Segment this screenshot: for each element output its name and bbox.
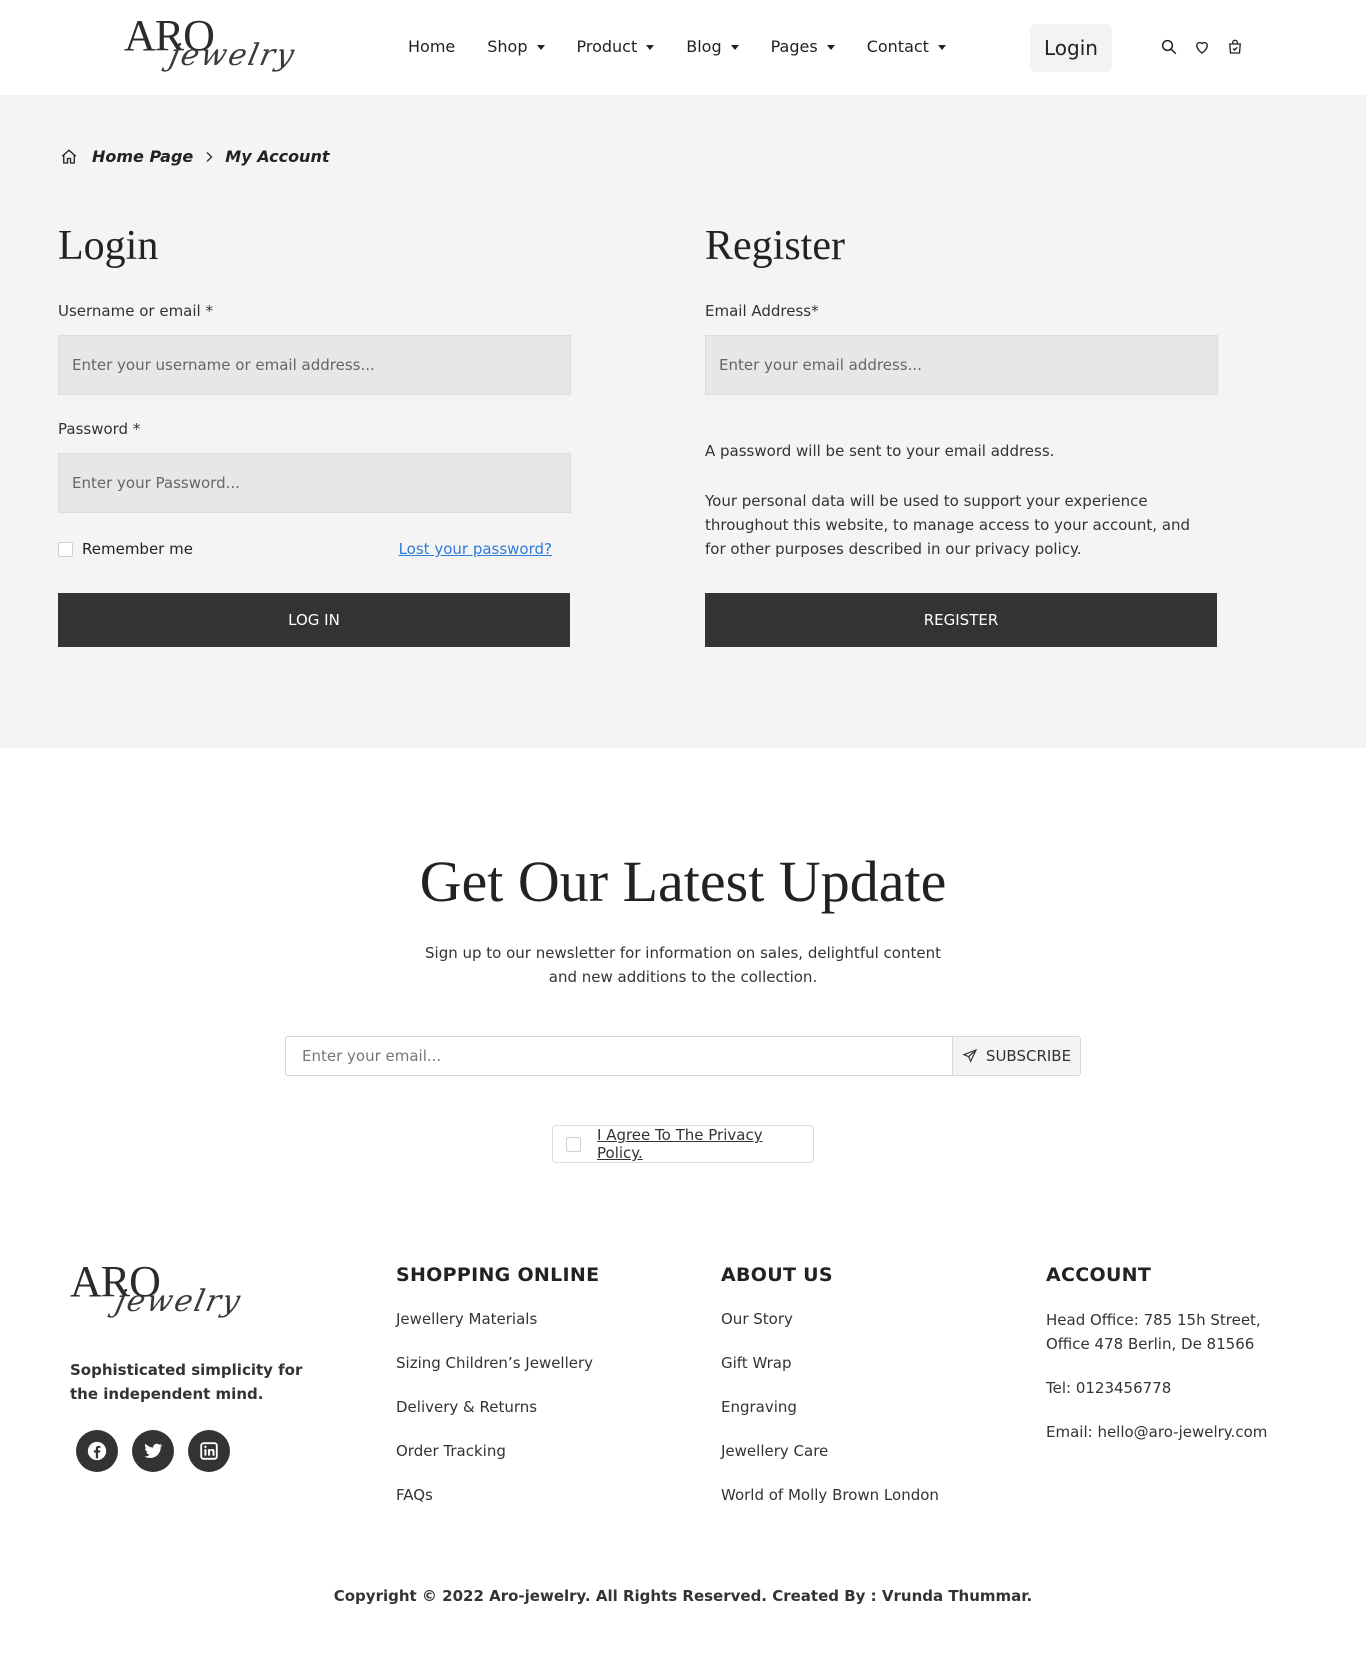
logo-script: jewelry bbox=[166, 38, 300, 73]
site-header: ARO jewelry Home Shop Product Blog Pages… bbox=[0, 0, 1366, 95]
newsletter-title: Get Our Latest Update bbox=[419, 849, 947, 914]
footer-column-title: ACCOUNT bbox=[1046, 1264, 1152, 1286]
twitter-glyph bbox=[144, 1443, 163, 1459]
privacy-note: Your personal data will be used to suppo… bbox=[705, 492, 1191, 558]
login-title: Login bbox=[58, 223, 159, 269]
nav-home[interactable]: Home bbox=[408, 37, 455, 56]
breadcrumb-home-link[interactable]: Home Page bbox=[92, 147, 193, 166]
facebook-glyph bbox=[87, 1441, 107, 1461]
facebook-icon[interactable] bbox=[76, 1430, 118, 1472]
newsletter-subtitle: Sign up to our newsletter for informatio… bbox=[0, 941, 1366, 989]
footer-account-column: ACCOUNT Head Office: 785 15h Street, Off… bbox=[1046, 1264, 1306, 1464]
username-placeholder: Enter your username or email address... bbox=[72, 356, 375, 374]
caret-down-icon bbox=[536, 44, 545, 50]
caret-down-icon bbox=[826, 44, 835, 50]
nav-shop[interactable]: Shop bbox=[487, 37, 545, 56]
footer-link[interactable]: Jewellery Materials bbox=[396, 1308, 599, 1331]
nav-blog[interactable]: Blog bbox=[686, 37, 739, 56]
subscribe-button[interactable]: SUBSCRIBE bbox=[952, 1037, 1080, 1075]
footer-logo[interactable]: ARO jewelry bbox=[70, 1256, 245, 1326]
social-links bbox=[76, 1430, 230, 1472]
register-title: Register bbox=[705, 223, 845, 269]
password-label: Password * bbox=[58, 420, 141, 438]
newsletter-form: Enter your email... SUBSCRIBE bbox=[285, 1036, 1081, 1076]
privacy-agree[interactable]: I Agree To The Privacy Policy. bbox=[552, 1125, 814, 1163]
breadcrumb-current: My Account bbox=[225, 147, 330, 166]
account-section: Home Page My Account Login Username or e… bbox=[0, 95, 1366, 748]
footer-link[interactable]: Sizing Children’s Jewellery bbox=[396, 1352, 599, 1375]
cart-icon[interactable] bbox=[1226, 38, 1244, 56]
footer-shopping-column: SHOPPING ONLINE Jewellery Materials Sizi… bbox=[396, 1264, 599, 1528]
email-placeholder: Enter your email address... bbox=[719, 356, 922, 374]
header-icons bbox=[1160, 38, 1244, 56]
heart-icon[interactable] bbox=[1193, 38, 1211, 56]
home-icon bbox=[61, 148, 77, 164]
newsletter-placeholder: Enter your email... bbox=[302, 1047, 442, 1065]
logo-script: jewelry bbox=[112, 1284, 246, 1319]
chevron-right-icon bbox=[206, 151, 213, 162]
footer-link[interactable]: Gift Wrap bbox=[721, 1352, 939, 1375]
remember-checkbox[interactable] bbox=[58, 541, 73, 557]
newsletter-subtitle-line: Sign up to our newsletter for informatio… bbox=[425, 944, 941, 962]
footer-about-column: ABOUT US Our Story Gift Wrap Engraving J… bbox=[721, 1264, 939, 1528]
nav-label: Blog bbox=[686, 37, 722, 56]
caret-down-icon bbox=[646, 44, 655, 50]
copyright: Copyright © 2022 Aro-jewelry. All Rights… bbox=[333, 1587, 1033, 1605]
privacy-label[interactable]: I Agree To The Privacy Policy. bbox=[597, 1126, 813, 1162]
linkedin-icon[interactable] bbox=[188, 1430, 230, 1472]
search-icon[interactable] bbox=[1160, 38, 1178, 56]
nav-label: Shop bbox=[487, 37, 528, 56]
footer-link[interactable]: Our Story bbox=[721, 1308, 939, 1331]
footer-column-title: ABOUT US bbox=[721, 1264, 833, 1286]
footer-link[interactable]: Delivery & Returns bbox=[396, 1396, 599, 1419]
username-label: Username or email * bbox=[58, 302, 213, 320]
site-footer: ARO jewelry Sophisticated simplicity for… bbox=[0, 1218, 1366, 1658]
nav-label: Contact bbox=[866, 37, 929, 56]
footer-email: Email: hello@aro-jewelry.com bbox=[1046, 1423, 1268, 1441]
footer-link[interactable]: World of Molly Brown London bbox=[721, 1484, 939, 1507]
nav-label: Product bbox=[576, 37, 638, 56]
nav-product[interactable]: Product bbox=[577, 37, 655, 56]
caret-down-icon bbox=[730, 44, 739, 50]
breadcrumb: Home Page My Account bbox=[60, 147, 329, 166]
footer-phone: Tel: 0123456778 bbox=[1046, 1379, 1172, 1397]
footer-link[interactable]: Jewellery Care bbox=[721, 1440, 939, 1463]
footer-link[interactable]: Engraving bbox=[721, 1396, 939, 1419]
password-placeholder: Enter your Password... bbox=[72, 474, 240, 492]
footer-tagline: Sophisticated simplicity for the indepen… bbox=[70, 1361, 303, 1403]
password-input[interactable]: Enter your Password... bbox=[58, 453, 571, 513]
password-note: A password will be sent to your email ad… bbox=[705, 442, 1055, 460]
newsletter-email-input[interactable]: Enter your email... bbox=[286, 1037, 952, 1075]
caret-down-icon bbox=[937, 44, 946, 50]
linkedin-glyph bbox=[200, 1442, 218, 1460]
lost-password-link[interactable]: Lost your password? bbox=[399, 540, 552, 558]
nav-pages[interactable]: Pages bbox=[771, 37, 835, 56]
privacy-checkbox[interactable] bbox=[566, 1136, 581, 1152]
newsletter-section: Get Our Latest Update Sign up to our new… bbox=[0, 748, 1366, 1218]
footer-column-title: SHOPPING ONLINE bbox=[396, 1264, 600, 1286]
footer-address: Head Office: 785 15h Street, Office 478 … bbox=[1046, 1311, 1261, 1353]
nav-label: Home bbox=[408, 37, 456, 56]
main-nav: Home Shop Product Blog Pages Contact bbox=[408, 37, 978, 56]
brand-logo[interactable]: ARO jewelry bbox=[124, 10, 299, 80]
register-submit-button[interactable]: REGISTER bbox=[705, 593, 1217, 647]
header-login-button[interactable]: Login bbox=[1030, 24, 1112, 72]
twitter-icon[interactable] bbox=[132, 1430, 174, 1472]
subscribe-label: SUBSCRIBE bbox=[985, 1047, 1072, 1065]
newsletter-subtitle-line: and new additions to the collection. bbox=[548, 968, 818, 986]
username-input[interactable]: Enter your username or email address... bbox=[58, 335, 571, 395]
footer-link[interactable]: FAQs bbox=[396, 1484, 599, 1507]
footer-link[interactable]: Order Tracking bbox=[396, 1440, 599, 1463]
register-email-input[interactable]: Enter your email address... bbox=[705, 335, 1218, 395]
login-submit-button[interactable]: LOG IN bbox=[58, 593, 570, 647]
nav-label: Pages bbox=[770, 37, 818, 56]
email-label: Email Address* bbox=[705, 302, 819, 320]
send-icon bbox=[962, 1048, 978, 1063]
nav-contact[interactable]: Contact bbox=[867, 37, 946, 56]
remember-label: Remember me bbox=[82, 540, 193, 558]
remember-me: Remember me bbox=[58, 540, 193, 558]
